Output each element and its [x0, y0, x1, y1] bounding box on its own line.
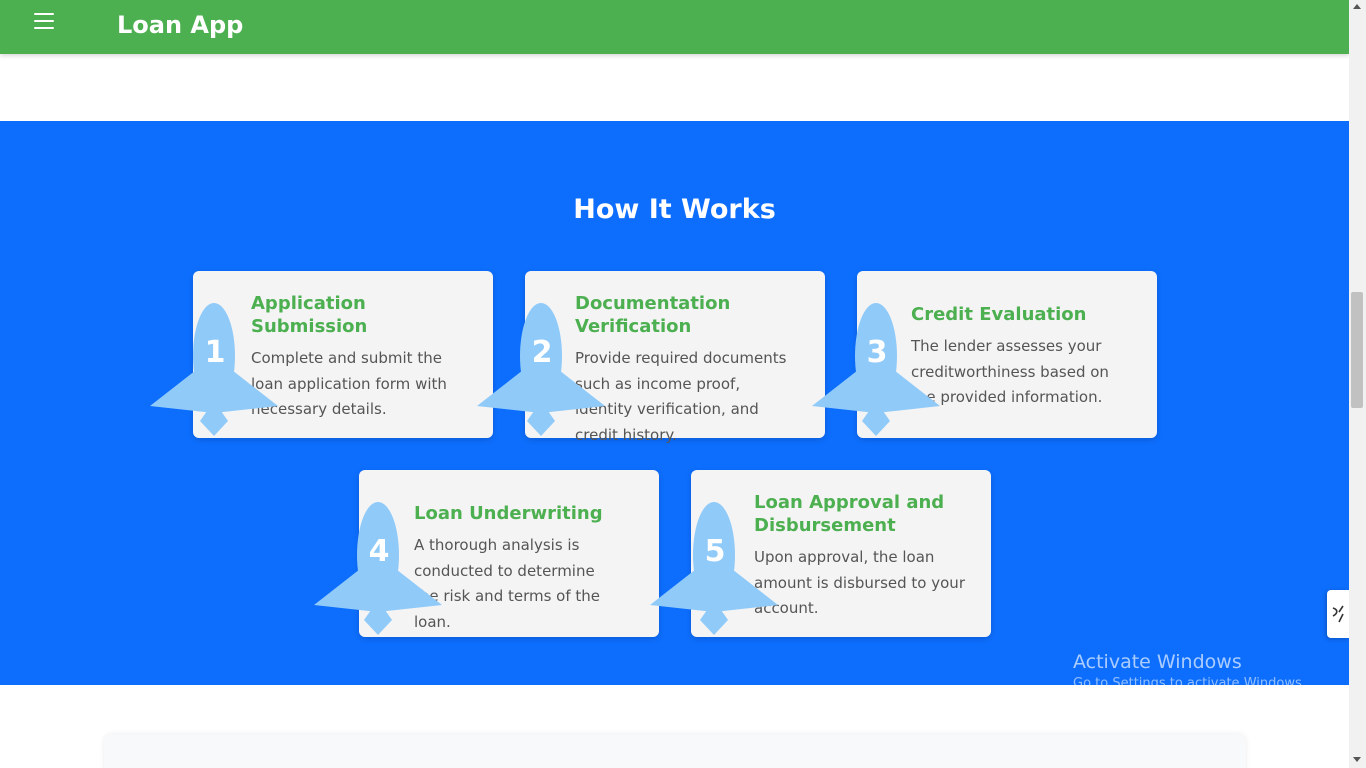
- rocket-icon: [314, 502, 442, 635]
- step-description: Provide required documents such as incom…: [575, 349, 787, 444]
- menu-line: [34, 13, 54, 15]
- rocket-icon: [150, 303, 278, 436]
- brand-title[interactable]: Loan App: [117, 11, 243, 39]
- step-title: Loan Underwriting: [414, 503, 603, 524]
- step-number-badge: 3: [812, 301, 942, 441]
- scroll-down-arrow-icon[interactable]: [1353, 757, 1361, 762]
- page: Loan App How It Works Application Submis…: [0, 0, 1366, 768]
- step-number: 1: [204, 335, 226, 370]
- activate-windows-subtitle: Go to Settings to activate Windows.: [1073, 676, 1306, 691]
- section-title: How It Works: [573, 194, 776, 225]
- step-number-badge: 1: [150, 301, 280, 441]
- step-title: Documentation Verification: [575, 293, 731, 337]
- menu-line: [34, 20, 54, 22]
- step-number-badge: 5: [650, 500, 780, 640]
- step-number-badge: 2: [477, 301, 607, 441]
- step-number: 2: [531, 335, 553, 370]
- step-title: Credit Evaluation: [911, 304, 1087, 325]
- step-title: Loan Approval and Disbursement: [754, 492, 945, 536]
- wave-icon: [1332, 605, 1344, 623]
- rocket-icon: [477, 303, 605, 436]
- step-number-badge: 4: [314, 500, 444, 640]
- rocket-icon: [812, 303, 940, 436]
- scrollbar-thumb[interactable]: [1351, 292, 1363, 408]
- how-it-works-section: How It Works Application Submission Comp…: [0, 121, 1349, 685]
- scroll-up-arrow-icon[interactable]: [1353, 4, 1361, 9]
- next-section-panel: [104, 734, 1246, 768]
- step-number: 4: [368, 534, 390, 569]
- step-number: 3: [866, 335, 888, 370]
- step-description: The lender assesses your creditworthines…: [911, 337, 1109, 406]
- menu-line: [34, 27, 54, 29]
- step-description: Upon approval, the loan amount is disbur…: [754, 548, 965, 617]
- step-number: 5: [704, 534, 726, 569]
- activate-windows-title: Activate Windows: [1073, 651, 1242, 673]
- hamburger-menu-icon[interactable]: [34, 13, 54, 31]
- step-description: Complete and submit the loan application…: [251, 349, 447, 418]
- side-feedback-tab[interactable]: [1327, 590, 1349, 638]
- step-description: A thorough analysis is conducted to dete…: [414, 536, 601, 631]
- rocket-icon: [650, 502, 778, 635]
- top-navbar: Loan App: [0, 0, 1349, 54]
